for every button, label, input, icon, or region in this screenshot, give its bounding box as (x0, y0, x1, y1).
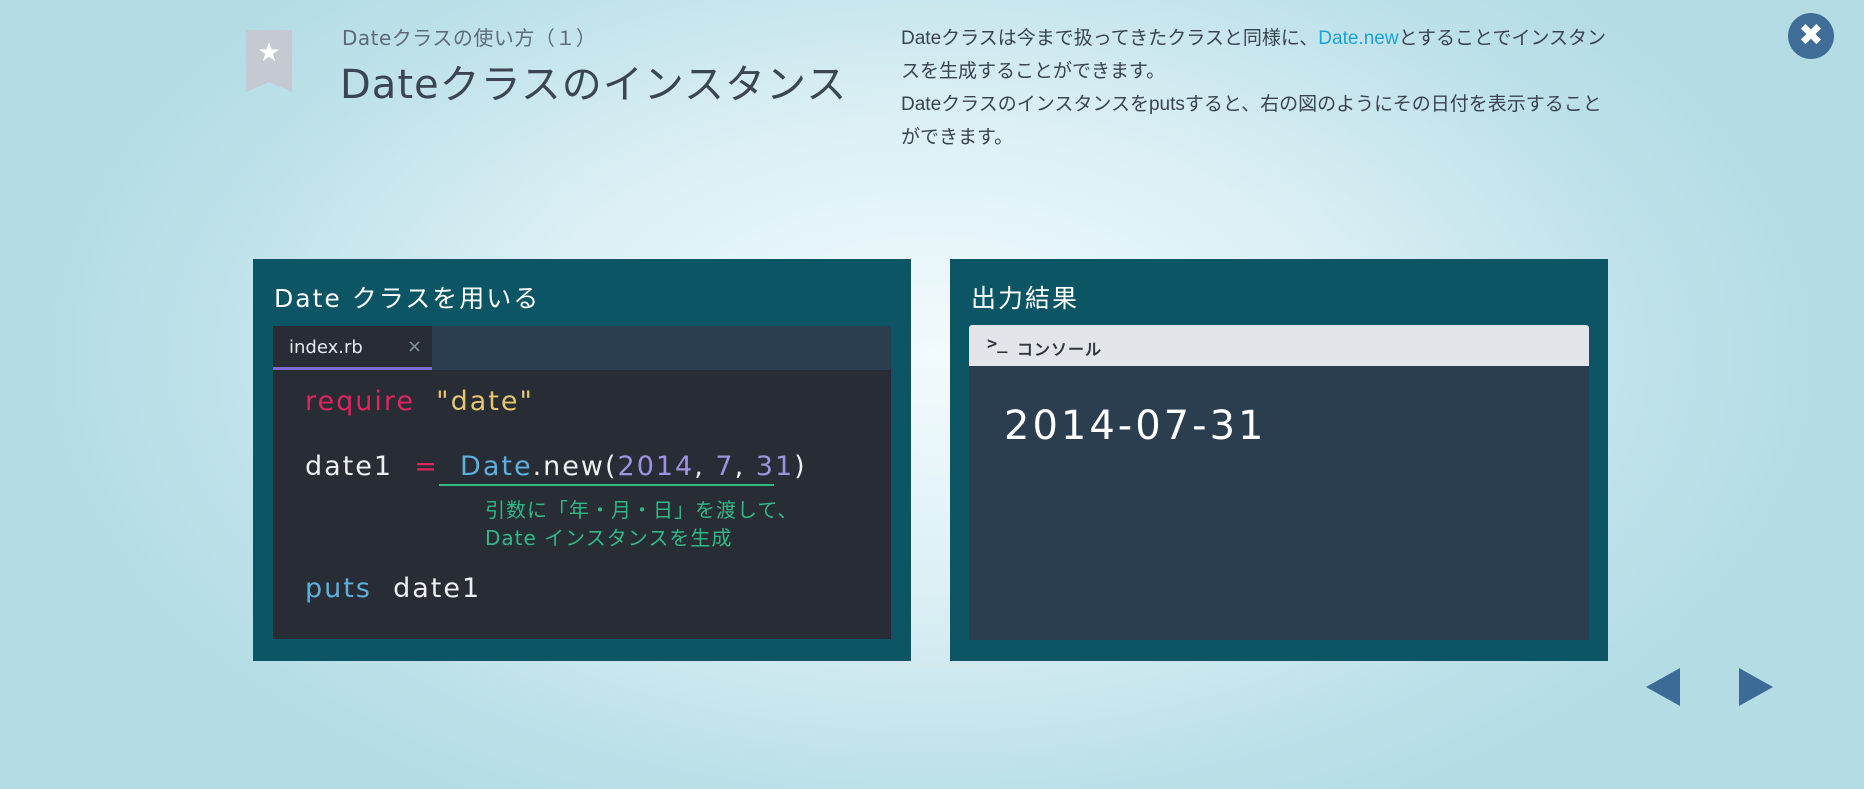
close-icon: ✖ (1798, 18, 1824, 53)
output-panel-heading: 出力結果 (971, 284, 1080, 313)
variable-date1: date1 (305, 451, 394, 482)
string-date: "date" (436, 386, 534, 417)
operator-assign: = (414, 451, 439, 482)
description-paragraph-1: Dateクラスは今まで扱ってきたクラスと同様に、Date.newとすることでイン… (901, 22, 1617, 88)
keyword-require: require (305, 386, 415, 417)
description: Dateクラスは今まで扱ってきたクラスと同様に、Date.newとすることでイン… (901, 22, 1617, 154)
next-slide-button[interactable] (1739, 668, 1773, 706)
description-text: Dateクラスは今まで扱ってきたクラスと同様に、 (901, 28, 1319, 49)
annotation-line-2: Date インスタンスを生成 (485, 526, 733, 550)
keyword-puts: puts (305, 573, 372, 604)
tab-close-icon[interactable]: × (407, 336, 422, 357)
file-tab-index-rb[interactable]: index.rb × (273, 326, 432, 370)
console-label: コンソール (1017, 340, 1103, 359)
bookmark-icon[interactable]: ★ (246, 30, 292, 92)
arg-year: 2014 (617, 451, 695, 482)
file-tab-label: index.rb (289, 337, 363, 358)
page-title: Dateクラスのインスタンス (340, 62, 848, 108)
arg-month: 7 (715, 451, 735, 482)
arg-separator: , (694, 451, 705, 482)
console: >_ コンソール 2014-07-31 (969, 325, 1589, 640)
code-line-require: require "date" (305, 386, 534, 417)
annotation-underline (439, 484, 774, 486)
date-new-link: Date.new (1318, 28, 1399, 49)
code-panel: Date クラスを用いる index.rb × require "date" d… (253, 259, 911, 661)
annotation-line-1: 引数に「年・月・日」を渡して、 (485, 498, 799, 522)
console-output: 2014-07-31 (1004, 403, 1267, 449)
output-panel: 出力結果 >_ コンソール 2014-07-31 (950, 259, 1608, 661)
method-new: .new( (532, 451, 618, 482)
description-paragraph-2: Dateクラスのインスタンスをputsすると、右の図のようにその日付を表示するこ… (901, 94, 1602, 148)
code-annotation: 引数に「年・月・日」を渡して、 Date インスタンスを生成 (485, 496, 798, 552)
console-header: >_ コンソール (969, 325, 1589, 366)
code-line-date-new: date1 = Date.new(2014, 7, 31) (305, 451, 807, 482)
code-editor: index.rb × require "date" date1 = Date.n… (273, 326, 891, 639)
terminal-prompt-icon: >_ (987, 334, 1008, 354)
close-button[interactable]: ✖ (1788, 13, 1834, 59)
paren-close: ) (794, 451, 807, 482)
star-icon: ★ (257, 38, 281, 68)
prev-slide-button[interactable] (1646, 668, 1680, 706)
arg-day: 31 (755, 451, 795, 482)
code-panel-heading: Date クラスを用いる (274, 284, 541, 313)
code-line-puts: puts date1 (305, 573, 481, 604)
editor-tab-bar: index.rb × (273, 326, 891, 370)
class-date: Date (460, 451, 533, 482)
lesson-subtitle: Dateクラスの使い方（１） (342, 26, 597, 50)
arg-separator: , (734, 451, 746, 482)
variable-date1: date1 (393, 573, 482, 604)
